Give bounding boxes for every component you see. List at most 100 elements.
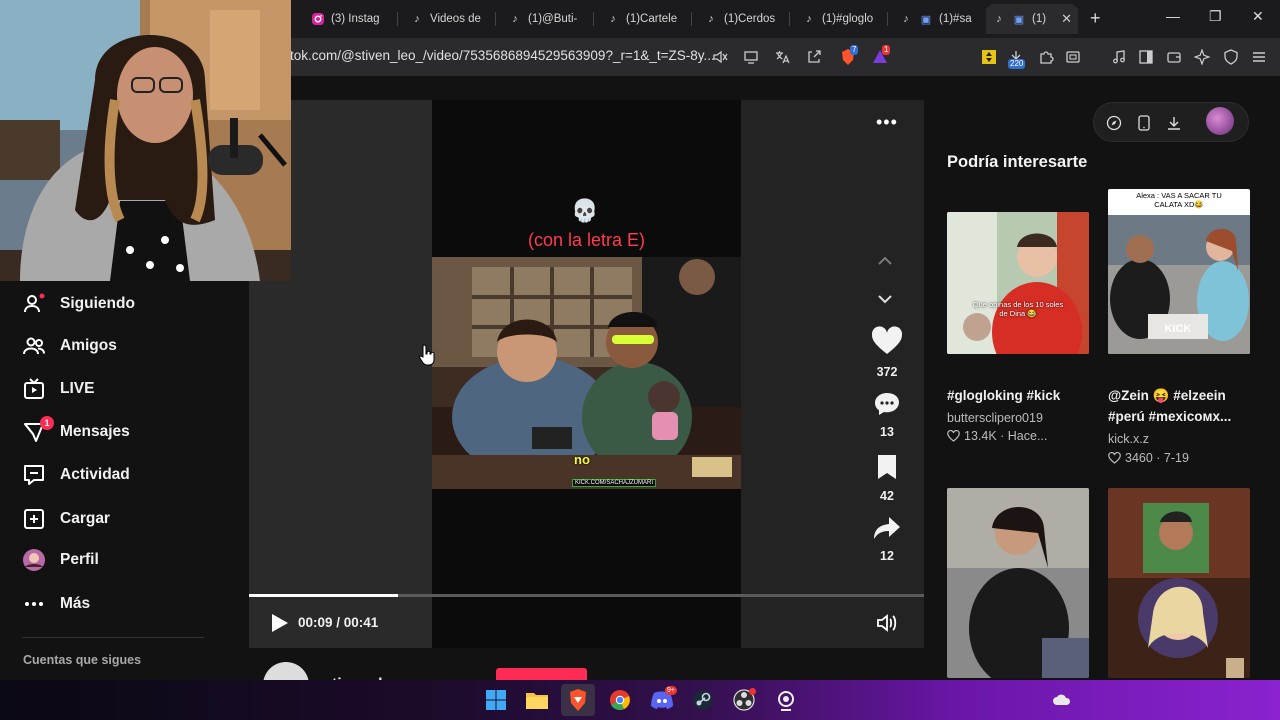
card-meta-text: 3460 · 7-19 — [1125, 451, 1189, 465]
chrome-icon[interactable] — [603, 684, 637, 716]
sidebar-item-live[interactable]: LIVE — [22, 377, 94, 401]
like-action[interactable]: 372 — [866, 326, 908, 379]
recommendation-card-thumbnail[interactable]: Que opinas de los 10 soles de Dina 😂 — [947, 212, 1089, 354]
play-icon[interactable] — [268, 612, 290, 639]
save-action[interactable]: 42 — [866, 454, 908, 503]
tiktok-icon: ♪ — [414, 13, 420, 25]
card-meta-text: 13.4K · Hace... — [964, 429, 1048, 443]
previous-video-icon[interactable] — [876, 254, 894, 273]
share-action[interactable]: 12 — [866, 516, 908, 563]
media-music-icon[interactable] — [1109, 47, 1129, 67]
card-caption[interactable]: @Zein 😝 #elzeein #perú #mexicoмх... — [1108, 385, 1254, 427]
tiktok-icon: ♪ — [996, 13, 1002, 25]
mobile-icon[interactable] — [1135, 114, 1153, 132]
sidebar-item-label: Cargar — [60, 510, 110, 527]
live-icon — [22, 377, 46, 401]
close-tab-icon[interactable]: ✕ — [1061, 11, 1072, 27]
profile-avatar[interactable] — [1206, 107, 1234, 135]
hand-cursor-icon — [419, 344, 435, 371]
more-icon — [22, 592, 46, 616]
svg-text:KICK: KICK — [1165, 323, 1192, 335]
video-subtitle: no — [574, 452, 590, 467]
more-options-icon[interactable]: ••• — [876, 112, 898, 133]
recommendation-card-thumbnail[interactable]: KICK Alexa : VAS A SACAR TU CALATA XD😂 — [1108, 189, 1250, 354]
leo-ai-icon[interactable] — [1192, 47, 1212, 67]
maximize-icon[interactable]: ❐ — [1209, 8, 1222, 25]
tab-instagram[interactable]: (3) Instag — [305, 4, 393, 34]
share-count: 12 — [880, 549, 894, 563]
sidebar-item-actividad[interactable]: Actividad — [22, 463, 130, 487]
tab-label: (3) Instag — [331, 13, 380, 25]
obs-icon[interactable] — [727, 684, 761, 716]
volume-icon[interactable] — [876, 613, 898, 638]
url-field[interactable]: tok.com/@stiven_leo_/video/7535686894529… — [290, 48, 715, 63]
sidebar-item-perfil[interactable]: Perfil — [22, 548, 99, 572]
extensions-puzzle-icon[interactable] — [1036, 47, 1056, 67]
vpn-shield-icon[interactable] — [1221, 47, 1241, 67]
next-video-icon[interactable] — [876, 292, 894, 311]
card-meta: 3460 · 7-19 — [1108, 451, 1189, 465]
extension-yellow-icon[interactable] — [979, 47, 999, 67]
video-emoji: 💀 — [571, 198, 599, 223]
sidebar-item-cargar[interactable]: Cargar — [22, 507, 110, 531]
discord-icon[interactable]: 9+ — [645, 684, 679, 716]
brave-rewards-icon[interactable]: 1 — [870, 45, 891, 67]
extension-counter-icon[interactable]: 220 — [1006, 47, 1026, 69]
heart-outline-icon — [947, 430, 960, 442]
download-icon[interactable] — [1165, 114, 1183, 132]
tiktok-icon: ♪ — [708, 13, 714, 25]
compass-icon[interactable] — [1105, 114, 1123, 132]
cast-icon[interactable] — [741, 47, 761, 67]
messages-icon: 1 — [22, 416, 54, 444]
tiktok-icon: ♪ — [903, 13, 909, 25]
windows-start-icon[interactable] — [479, 684, 513, 716]
tab-label: (1)Cerdos — [724, 13, 776, 25]
new-tab-button[interactable]: + — [1090, 8, 1101, 29]
heart-outline-icon — [1108, 452, 1121, 464]
sidebar-item-label: Más — [60, 595, 91, 612]
share-icon[interactable] — [804, 47, 824, 67]
file-explorer-icon[interactable] — [520, 684, 554, 716]
card-author[interactable]: kick.x.z — [1108, 432, 1149, 446]
brave-shield-icon[interactable]: 7 — [838, 45, 859, 67]
tab-tiktok-sa[interactable]: ♪ ▣ (1)#sa — [893, 4, 979, 34]
tab-tiktok-videos[interactable]: ♪ Videos de — [404, 4, 492, 34]
share-arrow-icon — [874, 517, 900, 539]
menu-icon[interactable] — [1249, 47, 1269, 67]
tab-tiktok-cartel[interactable]: ♪ (1)Cartele — [600, 4, 688, 34]
card-caption[interactable]: #glogloking #kick — [947, 385, 1093, 406]
sidebar-item-siguiendo[interactable]: Siguiendo — [22, 292, 135, 316]
comment-action[interactable]: 13 — [866, 392, 908, 439]
sidebar-item-mas[interactable]: Más — [22, 592, 90, 616]
recommendation-card-thumbnail[interactable] — [947, 488, 1089, 678]
thumbnail-text: Alexa : VAS A SACAR TU CALATA XD😂 — [1136, 191, 1222, 209]
tab-tiktok-cerdos[interactable]: ♪ (1)Cerdos — [698, 4, 786, 34]
screenshot-icon[interactable] — [1063, 47, 1083, 67]
minimize-icon[interactable]: — — [1166, 8, 1180, 24]
wallet-icon[interactable] — [1164, 47, 1184, 67]
shield-count: 7 — [850, 45, 859, 55]
sidebar-toggle-icon[interactable] — [1136, 47, 1156, 67]
streaming-app-icon[interactable] — [769, 684, 803, 716]
onedrive-icon[interactable] — [1045, 684, 1079, 716]
recommendation-card-thumbnail[interactable] — [1108, 488, 1250, 678]
card-meta: 13.4K · Hace... — [947, 429, 1047, 443]
extension-count: 220 — [1008, 59, 1026, 69]
tab-tiktok-glogl[interactable]: ♪ (1)#gloglo — [796, 4, 884, 34]
bookmark-icon — [878, 455, 896, 479]
card-author[interactable]: buttersclipero019 — [947, 411, 1043, 425]
steam-icon[interactable] — [686, 684, 720, 716]
sidebar-item-amigos[interactable]: Amigos — [22, 334, 117, 358]
brave-browser-icon[interactable] — [561, 684, 595, 716]
tab-active[interactable]: ♪ ▣ (1) ✕ — [986, 4, 1078, 34]
sidebar-item-label: Actividad — [60, 466, 130, 483]
tiktok-icon: ♪ — [806, 13, 812, 25]
sidebar-item-label: Mensajes — [60, 423, 130, 440]
mute-tab-icon[interactable] — [710, 47, 730, 67]
video-progress-bar[interactable] — [249, 594, 924, 597]
tab-tiktok-buti[interactable]: ♪ (1)@Buti- — [502, 4, 590, 34]
messages-badge: 1 — [40, 416, 54, 430]
translate-icon[interactable] — [772, 47, 792, 67]
sidebar-item-mensajes[interactable]: 1 Mensajes — [22, 416, 130, 444]
close-window-icon[interactable]: ✕ — [1252, 8, 1264, 25]
